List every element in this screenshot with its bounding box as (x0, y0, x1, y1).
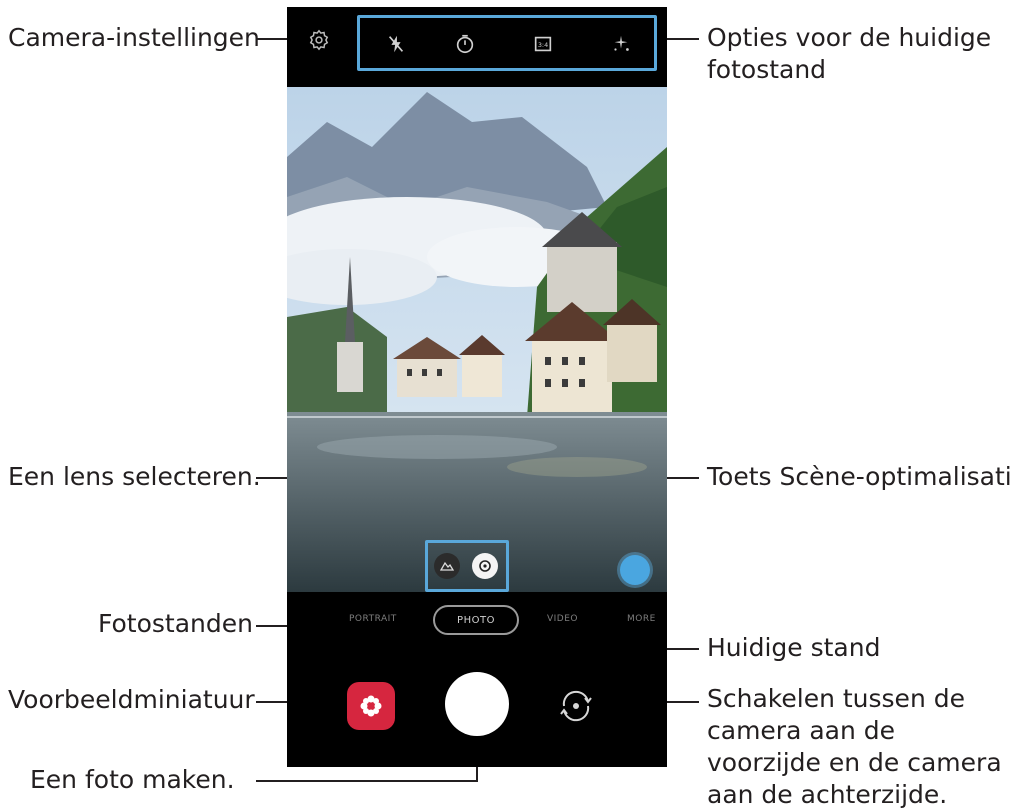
shutter-icon[interactable] (445, 672, 509, 736)
flash-off-icon[interactable] (385, 33, 407, 55)
camera-preview[interactable] (287, 87, 667, 592)
mode-more[interactable]: MORE (627, 614, 656, 624)
lens-selector (425, 540, 509, 592)
mode-video[interactable]: VIDEO (547, 614, 578, 624)
callout-select-lens: Een lens selecteren. (8, 462, 261, 491)
mode-portrait[interactable]: PORTRAIT (349, 614, 397, 624)
ultra-wide-lens-icon[interactable] (434, 553, 460, 579)
camera-top-bar: 3:4 (287, 7, 667, 85)
timer-icon[interactable] (454, 33, 476, 55)
wide-lens-icon[interactable] (472, 553, 498, 579)
photo-mode-options: 3:4 (357, 15, 657, 71)
shooting-modes: PORTRAIT PHOTO VIDEO MORE (287, 602, 667, 642)
aspect-ratio-icon[interactable]: 3:4 (532, 33, 554, 55)
callout-camera-settings: Camera-instellingen (8, 23, 260, 52)
callout-switch-cameras: Schakelen tussen de camera aan de voorzi… (707, 684, 1002, 809)
callout-preview-thumbnail: Voorbeeldminiatuur (8, 685, 255, 714)
callout-current-mode: Huidige stand (707, 633, 881, 662)
svg-text:3:4: 3:4 (538, 41, 548, 49)
callout-scene-optimizer: Toets Scène-optimalisatie (707, 462, 1011, 491)
gallery-thumbnail-icon[interactable] (347, 682, 395, 730)
callout-take-photo: Een foto maken. (30, 765, 235, 794)
switch-camera-icon[interactable] (554, 684, 598, 728)
leader-line-take-photo-h (256, 780, 478, 782)
mode-current-photo[interactable]: PHOTO (433, 605, 519, 635)
callout-options: Opties voor de huidige fotostand (707, 23, 992, 84)
scene-optimizer-icon[interactable] (620, 555, 650, 585)
effects-icon[interactable] (610, 33, 632, 55)
callout-modes: Fotostanden (98, 609, 253, 638)
camera-screen: 3:4 PORTRAIT PHOTO VIDEO MORE (287, 7, 667, 767)
gear-icon[interactable] (308, 29, 330, 51)
